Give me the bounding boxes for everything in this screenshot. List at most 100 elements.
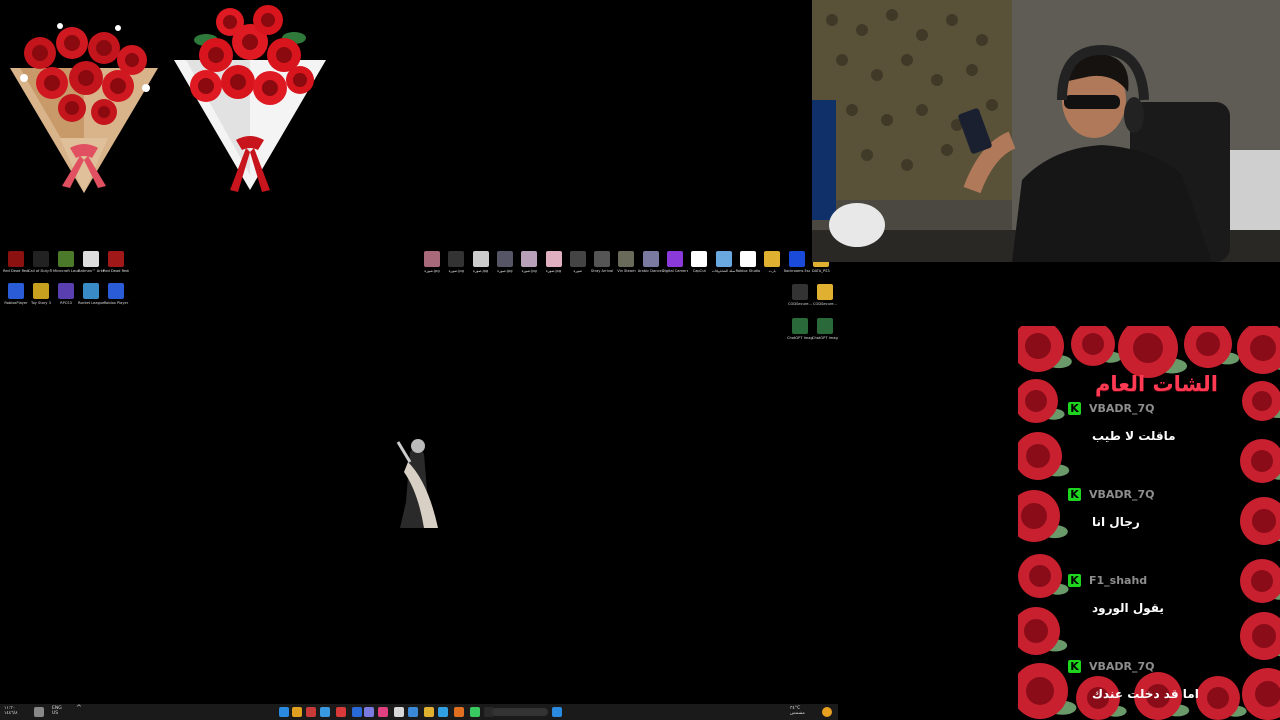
app-icon [594, 251, 611, 267]
desktop-shortcut[interactable]: RobloxPlayer [3, 283, 29, 305]
desktop-shortcut[interactable]: Red Dead Redemption [103, 251, 129, 273]
taskbar-app-icon[interactable] [378, 707, 388, 717]
taskbar-clock[interactable]: ١١:٣٠ ١٤٤٦/٨ [4, 706, 18, 716]
desktop-shortcut[interactable]: صورة.jpg [468, 251, 494, 273]
desktop-shortcut[interactable]: سلة المحذوفات [711, 251, 737, 273]
desktop-sticker-figure [388, 432, 442, 532]
taskbar-app-icon[interactable] [352, 707, 362, 717]
desktop-shortcut[interactable]: ChatGPT Image... [787, 318, 813, 340]
desktop-shortcut[interactable]: Rocket League® [78, 283, 104, 305]
kick-badge-icon: K [1068, 660, 1081, 673]
taskbar-app-icon[interactable] [320, 707, 330, 717]
desktop-shortcut[interactable]: صورة.jpg [516, 251, 542, 273]
desktop-shortcut-label: CODSecure... [788, 302, 812, 306]
desktop-shortcut[interactable]: صورة [565, 251, 591, 273]
desktop-shortcut[interactable]: بارت [759, 251, 785, 273]
desktop-shortcut-label: Call of Duty® HQ [28, 269, 54, 273]
taskbar-app-icon[interactable] [364, 707, 374, 717]
webcam-feed [812, 0, 1280, 262]
taskbar-app-icon[interactable] [394, 707, 404, 717]
app-icon [667, 251, 683, 267]
app-icon [108, 251, 124, 267]
taskbar-app-icon[interactable] [279, 707, 289, 717]
desktop-shortcut[interactable]: صورة.jpg [541, 251, 567, 273]
desktop-shortcut-label: Toy Story 3 [31, 301, 51, 305]
chat-message: K VBADR_7Q ماقلت لا طيب [1068, 402, 1238, 443]
chat-message: K VBADR_7Q رجال انا [1068, 488, 1238, 529]
desktop-shortcut-label: CODSecure... [813, 302, 837, 306]
desktop-shortcut[interactable]: Minecraft Launcher [53, 251, 79, 273]
app-icon [739, 251, 756, 267]
desktop-shortcut[interactable]: Roblox Studio [735, 251, 761, 273]
desktop-screen: Red Dead RedemptionCall of Duty® HQMinec… [0, 0, 1280, 720]
desktop-shortcut[interactable]: صورة.jpg [419, 251, 445, 273]
windows-start-icon[interactable] [552, 707, 562, 717]
desktop-shortcut-label: Batman™ Arkham [78, 269, 104, 273]
language-indicator[interactable]: ENG US [52, 706, 62, 716]
chat-message-header: K F1_shahd [1068, 574, 1238, 587]
taskbar-app-icon[interactable] [306, 707, 316, 717]
desktop-shortcut-label: سلة المحذوفات [711, 269, 736, 273]
chat-message-header: K VBADR_7Q [1068, 402, 1238, 415]
taskbar-app-icon[interactable] [424, 707, 434, 717]
desktop-shortcut[interactable]: CapCut [686, 251, 712, 273]
desktop-shortcut[interactable]: CODSecure... [787, 284, 813, 306]
language-region: US [52, 711, 59, 716]
taskbar-app-icon[interactable] [454, 707, 464, 717]
desktop-shortcut[interactable]: ChatGPT Image... [812, 318, 838, 340]
app-icon [8, 283, 24, 299]
taskbar-app-icon[interactable] [438, 707, 448, 717]
taskbar: ١١:٣٠ ١٤٤٦/٨ ENG US ^ ٣٤°C مشمس [0, 704, 838, 720]
app-icon [496, 251, 513, 267]
taskbar-app-icon[interactable] [336, 707, 346, 717]
desktop-shortcut-label: RobloxPlayer [4, 301, 28, 305]
desktop-shortcut[interactable]: Backrooms Escape T... [784, 251, 810, 273]
desktop-shortcut[interactable]: Vin Steam [613, 251, 639, 273]
desktop-shortcut[interactable]: Stray Arrival [589, 251, 615, 273]
app-icon [792, 284, 808, 300]
desktop-shortcut-label: صورة.jpg [497, 269, 513, 273]
app-icon [33, 283, 49, 299]
desktop-shortcut[interactable]: RPCS3 [53, 283, 79, 305]
app-icon [788, 251, 805, 267]
app-icon [545, 251, 562, 267]
chat-message-text: يقول الورود [1092, 601, 1164, 615]
desktop-shortcut-label: Roblox Player [103, 301, 129, 305]
app-icon [424, 251, 440, 267]
chat-username: VBADR_7Q [1089, 660, 1155, 673]
weather-widget[interactable]: ٣٤°C مشمس [790, 706, 805, 716]
desktop-shortcut-label: Vin Steam [617, 269, 636, 273]
desktop-shortcut-label: RPCS3 [60, 301, 72, 305]
app-icon [691, 251, 708, 267]
desktop-shortcut[interactable]: CODSecure... [812, 284, 838, 306]
chat-message-text: رجال انا [1092, 515, 1140, 529]
app-icon [642, 251, 659, 267]
sun-icon [822, 707, 832, 717]
chat-username: F1_shahd [1089, 574, 1148, 587]
app-icon [448, 251, 465, 267]
taskbar-app-icon[interactable] [470, 707, 480, 717]
desktop-shortcut[interactable]: Roblox Player [103, 283, 129, 305]
app-icon [8, 251, 24, 267]
chat-title: الشات العام [1095, 372, 1218, 396]
desktop-shortcut-label: ChatGPT Image... [787, 336, 813, 340]
chat-message: K VBADR_7Q اما قد دخلت عندك [1068, 660, 1238, 701]
chat-message: K F1_shahd يقول الورود [1068, 574, 1238, 615]
desktop-shortcut-label: صورة.jpg [448, 269, 464, 273]
desktop-shortcut[interactable]: Digital Camera Hub [662, 251, 688, 273]
desktop-shortcut[interactable]: صورة.jpg [492, 251, 518, 273]
taskbar-app-icon[interactable] [408, 707, 418, 717]
desktop-shortcut[interactable]: Arabic Dance GIF [638, 251, 664, 273]
desktop-shortcut[interactable]: Toy Story 3 [28, 283, 54, 305]
desktop-shortcut[interactable]: Call of Duty® HQ [28, 251, 54, 273]
desktop-shortcut[interactable]: Red Dead Redemption [3, 251, 29, 273]
desktop-shortcut-label: صورة [573, 269, 583, 273]
taskbar-search-box[interactable] [492, 708, 548, 716]
chevron-up-icon[interactable]: ^ [76, 705, 82, 712]
desktop-shortcut-label: Digital Camera Hub [662, 269, 688, 273]
desktop-shortcut[interactable]: صورة.jpg [443, 251, 469, 273]
taskbar-app-icon[interactable] [292, 707, 302, 717]
desktop-shortcut-label: Red Dead Redemption [103, 269, 129, 273]
volume-icon[interactable] [34, 707, 44, 717]
desktop-shortcut[interactable]: Batman™ Arkham [78, 251, 104, 273]
